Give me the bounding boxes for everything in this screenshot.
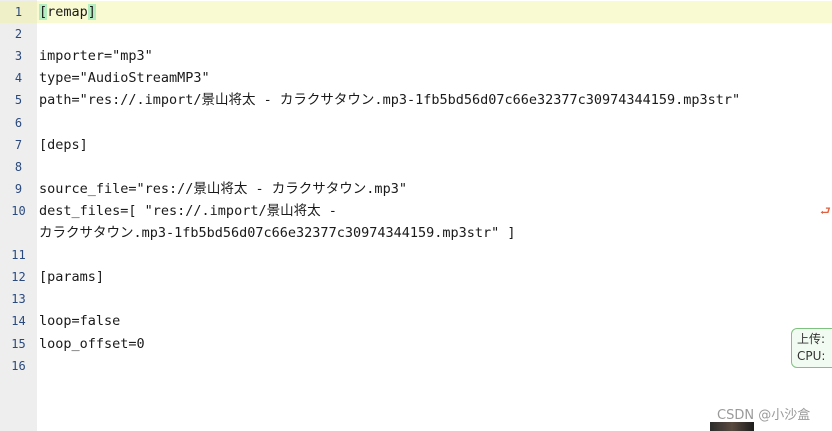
- line-number: 3: [14, 49, 23, 64]
- editor-line[interactable]: 5 path="res://.import/景山将太 - カラクサタウン.mp3-…: [0, 89, 832, 111]
- code-text[interactable]: path="res://.import/景山将太 - カラクサタウン.mp3-1…: [39, 89, 740, 111]
- line-number: 4: [14, 71, 23, 86]
- editor-line[interactable]: 3 importer="mp3": [0, 45, 832, 67]
- code-text[interactable]: カラクサタウン.mp3-1fb5bd56d07c66e32377c3097434…: [39, 222, 516, 244]
- line-number: [0, 222, 37, 244]
- editor-line[interactable]: 12 [params]: [0, 266, 832, 288]
- line-number: 16: [11, 358, 26, 373]
- code-text[interactable]: [deps]: [39, 134, 88, 156]
- line-number: 9: [14, 181, 23, 196]
- line-number: 7: [14, 137, 23, 152]
- code-text[interactable]: source_file="res://景山将太 - カラクサタウン.mp3": [39, 178, 407, 200]
- editor-line[interactable]: 7 [deps]: [0, 134, 832, 156]
- code-text[interactable]: loop_offset=0: [39, 333, 145, 355]
- line-number: 2: [14, 27, 23, 42]
- editor-line[interactable]: 15 loop_offset=0: [0, 333, 832, 355]
- editor-line[interactable]: 10 dest_files=[ "res://.import/景山将太 - ⮐: [0, 200, 832, 222]
- editor-line[interactable]: 11: [0, 244, 832, 266]
- code-text[interactable]: loop=false: [39, 310, 120, 332]
- line-number: 15: [11, 336, 26, 351]
- editor-line[interactable]: 4 type="AudioStreamMP3": [0, 67, 832, 89]
- line-number: 6: [14, 115, 23, 130]
- line-number: 5: [14, 93, 23, 108]
- line-number: 11: [11, 248, 26, 263]
- line-number: 13: [11, 292, 26, 307]
- code-text[interactable]: importer="mp3": [39, 45, 153, 67]
- editor-line[interactable]: 13: [0, 288, 832, 310]
- line-number: 1: [0, 1, 37, 23]
- code-text[interactable]: type="AudioStreamMP3": [39, 67, 210, 89]
- bracket-match-highlight: ]: [87, 4, 96, 20]
- editor-line[interactable]: 14 loop=false: [0, 310, 832, 332]
- line-number: 10: [11, 203, 26, 218]
- code-text[interactable]: dest_files=[ "res://.import/景山将太 -: [39, 200, 337, 222]
- editor-line[interactable]: 16: [0, 355, 832, 377]
- line-number: 12: [11, 270, 26, 285]
- code-text[interactable]: [params]: [39, 266, 104, 288]
- line-number: 14: [11, 314, 26, 329]
- editor-line[interactable]: 8: [0, 156, 832, 178]
- bracket-match-highlight: [: [39, 4, 48, 20]
- line-number: 8: [14, 159, 23, 174]
- csdn-watermark: CSDN @小沙盒: [717, 408, 811, 423]
- code-text[interactable]: [remap]: [39, 1, 96, 23]
- avatar-thumbnail: [710, 422, 754, 431]
- system-monitor-widget[interactable]: 上传: CPU:: [791, 328, 832, 368]
- editor-line[interactable]: 2: [0, 23, 832, 45]
- word-wrap-icon: ⮐: [820, 203, 831, 218]
- cpu-usage-label: CPU:: [797, 349, 826, 363]
- editor-line[interactable]: カラクサタウン.mp3-1fb5bd56d07c66e32377c3097434…: [0, 222, 832, 244]
- editor-line[interactable]: 9 source_file="res://景山将太 - カラクサタウン.mp3": [0, 178, 832, 200]
- editor-line[interactable]: 1 [remap]: [0, 1, 832, 23]
- section-name: remap: [47, 4, 88, 20]
- editor-line[interactable]: 6: [0, 112, 832, 134]
- upload-speed-label: 上传:: [797, 332, 826, 346]
